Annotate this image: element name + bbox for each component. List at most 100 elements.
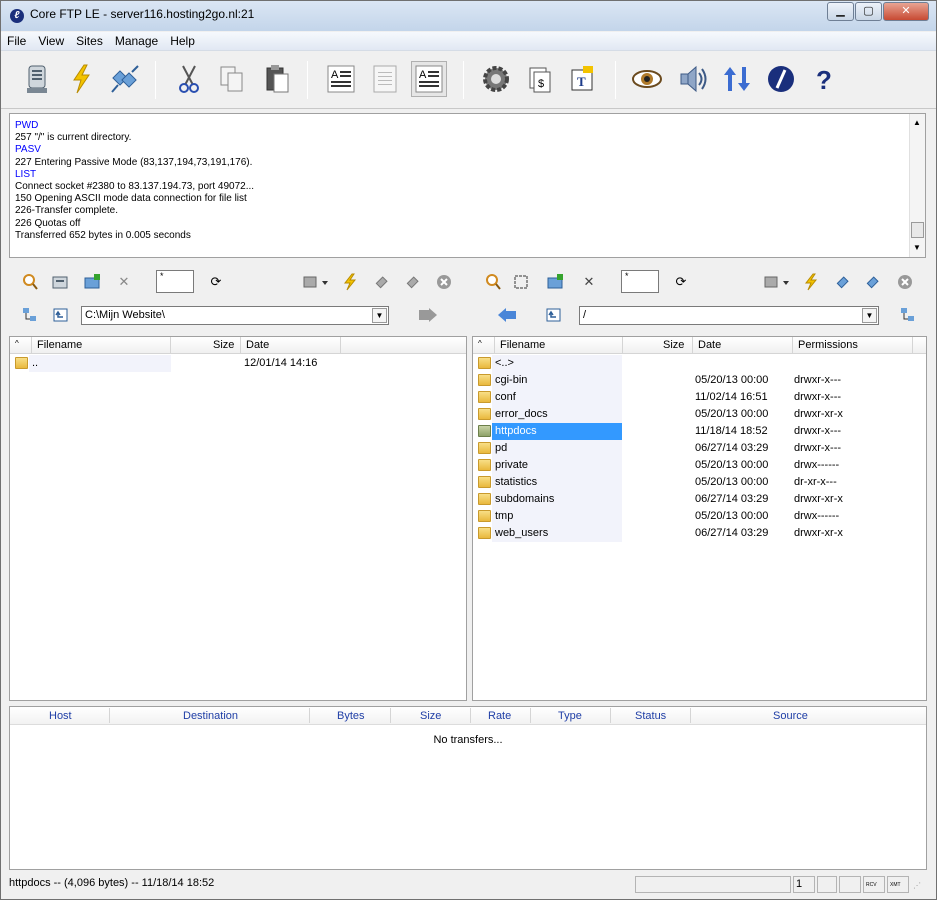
remote-delete-icon[interactable]: ✕: [578, 271, 600, 293]
chevron-down-icon[interactable]: ▼: [862, 308, 877, 323]
sync-icon[interactable]: [719, 61, 755, 97]
menu-sites[interactable]: Sites: [70, 32, 109, 48]
remote-file-list[interactable]: ^ Filename Size Date Permissions <..> cg…: [472, 336, 927, 701]
queue-col-status[interactable]: Status: [635, 710, 666, 722]
close-button[interactable]: ✕: [883, 2, 929, 21]
folder-icon: [15, 357, 28, 369]
main-window: ℓ Core FTP LE - server116.hosting2go.nl:…: [0, 0, 937, 900]
remote-filter-input[interactable]: *: [621, 270, 659, 293]
queue-col-size[interactable]: Size: [420, 710, 441, 722]
remote-col-permissions[interactable]: Permissions: [798, 339, 858, 351]
about-icon[interactable]: [763, 61, 799, 97]
local-transfer-icon[interactable]: [417, 304, 439, 326]
remote-col-size[interactable]: Size: [663, 339, 684, 351]
queue-header: Host Destination Bytes Size Rate Type St…: [10, 707, 926, 725]
disconnect-icon[interactable]: [107, 61, 143, 97]
local-col-size[interactable]: Size: [213, 339, 234, 351]
remote-new-folder-icon[interactable]: [544, 271, 566, 293]
site-manager-icon[interactable]: [19, 61, 55, 97]
menu-bar: File View Sites Manage Help: [1, 32, 936, 51]
chevron-down-icon[interactable]: ▼: [372, 308, 387, 323]
minimize-button[interactable]: ▁: [827, 2, 854, 21]
remote-row[interactable]: statistics 05/20/13 00:00 dr-xr-x---: [473, 474, 926, 491]
log-scrollbar[interactable]: ▲ ▼: [909, 114, 925, 257]
local-file-list[interactable]: ^ Filename Size Date .. 12/01/14 14:16: [9, 336, 467, 701]
remote-row-selected[interactable]: httpdocs 11/18/14 18:52 drwxr-x---: [473, 423, 926, 440]
local-stop-icon[interactable]: [433, 271, 455, 293]
queue-col-type[interactable]: Type: [558, 710, 582, 722]
text-icon[interactable]: T: [565, 61, 601, 97]
binary-mode-icon[interactable]: [367, 61, 403, 97]
local-search-icon[interactable]: [19, 271, 41, 293]
menu-manage[interactable]: Manage: [109, 32, 164, 48]
remote-search-icon[interactable]: [482, 271, 504, 293]
remote-row[interactable]: pd 06/27/14 03:29 drwxr-x---: [473, 440, 926, 457]
settings-icon[interactable]: [478, 61, 514, 97]
local-drive-icon[interactable]: [49, 271, 71, 293]
local-refresh-icon[interactable]: ⟳: [205, 271, 227, 293]
status-text: httpdocs -- (4,096 bytes) -- 11/18/14 18…: [9, 877, 215, 889]
local-connect-icon[interactable]: [339, 271, 361, 293]
remote-row[interactable]: tmp 05/20/13 00:00 drwx------: [473, 508, 926, 525]
queue-col-host[interactable]: Host: [49, 710, 72, 722]
local-tree-icon[interactable]: [19, 304, 41, 326]
paste-icon[interactable]: [259, 61, 295, 97]
remote-col-date[interactable]: Date: [698, 339, 721, 351]
local-new-folder-icon[interactable]: [81, 271, 103, 293]
remote-transfer-icon[interactable]: [496, 304, 518, 326]
remote-row[interactable]: subdomains 06/27/14 03:29 drwxr-xr-x: [473, 491, 926, 508]
menu-file[interactable]: File: [1, 32, 32, 48]
local-col-filename[interactable]: Filename: [37, 339, 82, 351]
queue-col-destination[interactable]: Destination: [183, 710, 238, 722]
ascii-mode-icon[interactable]: A: [323, 61, 359, 97]
remote-row[interactable]: error_docs 05/20/13 00:00 drwxr-xr-x: [473, 406, 926, 423]
svg-text:$: $: [538, 78, 544, 90]
remote-path-input[interactable]: / ▼: [579, 306, 879, 325]
remote-select-icon[interactable]: [510, 271, 532, 293]
auto-mode-icon[interactable]: A: [411, 61, 447, 97]
sound-icon[interactable]: [675, 61, 711, 97]
remote-col-filename[interactable]: Filename: [500, 339, 545, 351]
remote-pane: ✕ * ⟳ / ▼ ^ Filename Size Date Permission…: [472, 263, 927, 701]
local-plug-icon[interactable]: [371, 271, 393, 293]
log-line: 150 Opening ASCII mode data connection f…: [15, 193, 247, 205]
local-filter-input[interactable]: *: [156, 270, 194, 293]
title-bar: ℓ Core FTP LE - server116.hosting2go.nl:…: [1, 1, 936, 31]
local-path-input[interactable]: C:\Mijn Website\ ▼: [81, 306, 389, 325]
remote-unplug-icon[interactable]: [862, 271, 884, 293]
local-view-icon[interactable]: [301, 271, 331, 293]
menu-help[interactable]: Help: [164, 32, 201, 48]
remote-tree-icon[interactable]: [897, 304, 919, 326]
local-parent-folder-icon[interactable]: [50, 304, 72, 326]
local-unplug-icon[interactable]: [402, 271, 424, 293]
remote-row[interactable]: <..>: [473, 355, 926, 372]
queue-col-bytes[interactable]: Bytes: [337, 710, 365, 722]
local-row[interactable]: .. 12/01/14 14:16: [10, 355, 466, 372]
remote-row[interactable]: cgi-bin 05/20/13 00:00 drwxr-x---: [473, 372, 926, 389]
remote-connect-icon[interactable]: [800, 271, 822, 293]
maximize-button[interactable]: ▢: [855, 2, 882, 21]
cut-icon[interactable]: [171, 61, 207, 97]
local-col-date[interactable]: Date: [246, 339, 269, 351]
remote-plug-icon[interactable]: [832, 271, 854, 293]
queue-col-source[interactable]: Source: [773, 710, 808, 722]
remote-row[interactable]: web_users 06/27/14 03:29 drwxr-xr-x: [473, 525, 926, 542]
view-icon[interactable]: [629, 61, 665, 97]
remote-refresh-icon[interactable]: ⟳: [670, 271, 692, 293]
remote-parent-folder-icon[interactable]: [543, 304, 565, 326]
queue-col-rate[interactable]: Rate: [488, 710, 511, 722]
copy-icon[interactable]: [213, 61, 249, 97]
log-line: PASV: [15, 144, 41, 156]
remote-row[interactable]: private 05/20/13 00:00 drwx------: [473, 457, 926, 474]
remote-stop-icon[interactable]: [894, 271, 916, 293]
remote-row[interactable]: conf 11/02/14 16:51 drwxr-x---: [473, 389, 926, 406]
main-toolbar: A A $ T ?: [1, 53, 936, 109]
cost-icon[interactable]: $: [522, 61, 558, 97]
menu-view[interactable]: View: [32, 32, 70, 48]
resize-grip-icon[interactable]: ⋰: [913, 881, 921, 890]
help-icon[interactable]: ?: [807, 61, 843, 97]
local-delete-icon[interactable]: ✕: [113, 271, 135, 293]
remote-view-icon[interactable]: [762, 271, 792, 293]
log-line: Connect socket #2380 to 83.137.194.73, p…: [15, 181, 255, 193]
quick-connect-icon[interactable]: [63, 61, 99, 97]
